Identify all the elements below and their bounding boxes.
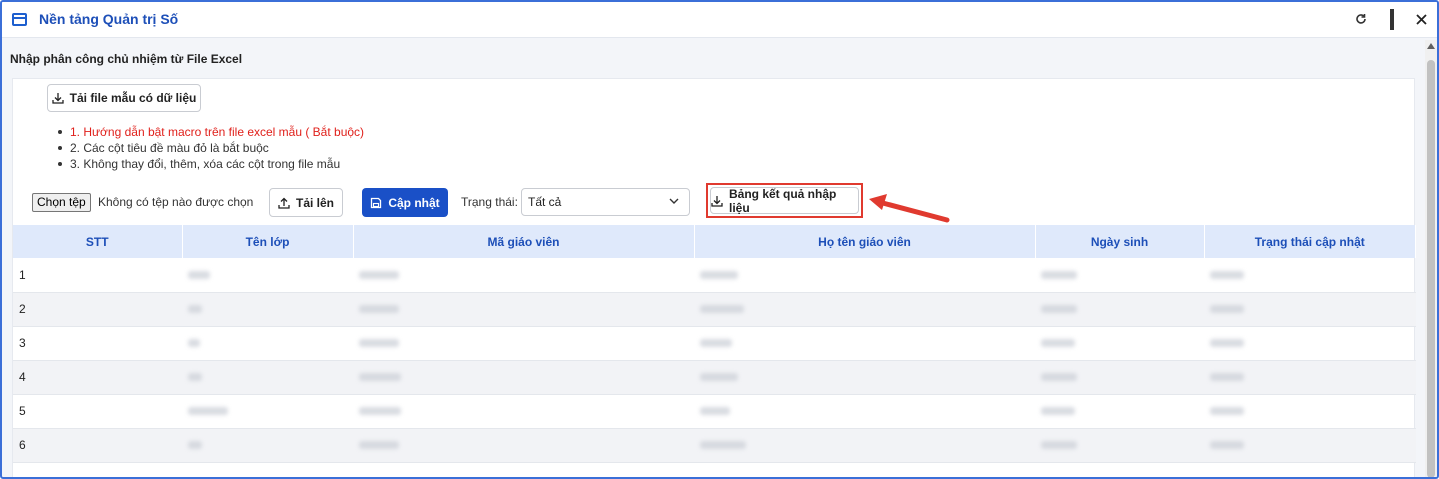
row-index: 1 (13, 258, 182, 293)
window-icon (12, 13, 27, 26)
redacted-cell (182, 292, 353, 327)
download-template-button[interactable]: Tải file mẫu có dữ liệu (47, 84, 201, 112)
result-table-label: Bảng kết quả nhập liệu (729, 186, 837, 215)
column-header[interactable]: Ngày sinh (1035, 225, 1205, 258)
column-header[interactable]: STT (13, 225, 183, 258)
row-index: 2 (13, 292, 182, 327)
status-filter-value: Tất cả (528, 195, 562, 209)
upload-label: Tải lên (295, 195, 334, 210)
note-item: 2. Các cột tiêu đề màu đỏ là bắt buộc (57, 140, 364, 156)
redacted-cell (694, 258, 1035, 293)
annotation-arrow (869, 194, 950, 223)
result-table-button[interactable]: Bảng kết quả nhập liệu (710, 186, 859, 215)
redacted-cell (1035, 292, 1204, 327)
status-filter-label: Trạng thái: (461, 195, 518, 209)
close-icon[interactable] (1412, 11, 1430, 29)
redacted-cell (1035, 428, 1204, 463)
section-title: Nhập phân công chủ nhiệm từ File Excel (10, 52, 243, 66)
redacted-cell (1204, 292, 1416, 327)
download-icon (51, 92, 64, 104)
scrollbar-thumb[interactable] (1427, 60, 1435, 477)
maximize-icon[interactable] (1383, 9, 1401, 30)
row-index: 4 (13, 360, 182, 395)
table-row[interactable]: 3 (13, 326, 1416, 361)
window-title: Nền tảng Quản trị Số (39, 11, 179, 27)
redacted-cell (353, 258, 694, 293)
redacted-cell (694, 360, 1035, 395)
table-row[interactable]: 2 (13, 292, 1416, 327)
app-window: Nền tảng Quản trị Số Nhập phân công chủ … (0, 0, 1439, 479)
redacted-cell (182, 360, 353, 395)
note-item: 3. Không thay đổi, thêm, xóa các cột tro… (57, 156, 364, 172)
vertical-scrollbar[interactable] (1425, 40, 1437, 477)
redacted-cell (694, 428, 1035, 463)
table-row[interactable]: 1 (13, 258, 1416, 293)
choose-file-button[interactable]: Chọn tệp (32, 193, 91, 212)
redacted-cell (353, 394, 694, 429)
upload-icon (278, 197, 290, 209)
redacted-cell (1035, 394, 1204, 429)
scroll-up-icon[interactable] (1427, 43, 1435, 49)
redacted-cell (1035, 326, 1204, 361)
table-row[interactable]: 5 (13, 394, 1416, 429)
redacted-cell (1204, 326, 1416, 361)
redacted-cell (353, 326, 694, 361)
redacted-cell (182, 258, 353, 293)
table-row[interactable]: 4 (13, 360, 1416, 395)
table-header-row: STT Tên lớp Mã giáo viên Họ tên giáo viê… (13, 225, 1416, 258)
redacted-cell (1204, 360, 1416, 395)
redacted-cell (353, 360, 694, 395)
redacted-cell (1204, 428, 1416, 463)
column-header[interactable]: Họ tên giáo viên (694, 225, 1036, 258)
table-row[interactable]: 6 (13, 428, 1416, 463)
redacted-cell (1035, 360, 1204, 395)
status-filter-select[interactable]: Tất cả (521, 188, 690, 216)
redacted-cell (182, 326, 353, 361)
row-index: 5 (13, 394, 182, 429)
redacted-cell (1204, 258, 1416, 293)
note-macro-link[interactable]: 1. Hướng dẫn bật macro trên file excel m… (57, 124, 364, 140)
column-header[interactable]: Mã giáo viên (353, 225, 695, 258)
import-panel: Tải file mẫu có dữ liệu 1. Hướng dẫn bật… (12, 78, 1416, 477)
row-index: 3 (13, 326, 182, 361)
redacted-cell (694, 394, 1035, 429)
download-template-label: Tải file mẫu có dữ liệu (69, 91, 197, 105)
redacted-cell (353, 292, 694, 327)
upload-button[interactable]: Tải lên (269, 188, 343, 217)
row-index: 6 (13, 428, 182, 463)
column-header[interactable]: Tên lớp (182, 225, 354, 258)
assignment-table: STT Tên lớp Mã giáo viên Họ tên giáo viê… (13, 225, 1416, 463)
save-icon (370, 197, 382, 209)
instructions-list: 1. Hướng dẫn bật macro trên file excel m… (57, 124, 364, 172)
redacted-cell (694, 292, 1035, 327)
redacted-cell (694, 326, 1035, 361)
redacted-cell (353, 428, 694, 463)
redacted-cell (182, 428, 353, 463)
redacted-cell (182, 394, 353, 429)
update-label: Cập nhật (388, 195, 440, 210)
redacted-cell (1035, 258, 1204, 293)
chevron-down-icon (669, 198, 679, 204)
title-bar: Nền tảng Quản trị Số (2, 2, 1437, 38)
file-status-text: Không có tệp nào được chọn (98, 195, 254, 209)
refresh-icon[interactable] (1352, 11, 1370, 29)
column-header[interactable]: Trạng thái cập nhật (1204, 225, 1416, 258)
download-icon (711, 195, 723, 207)
redacted-cell (1204, 394, 1416, 429)
update-button[interactable]: Cập nhật (362, 188, 448, 217)
